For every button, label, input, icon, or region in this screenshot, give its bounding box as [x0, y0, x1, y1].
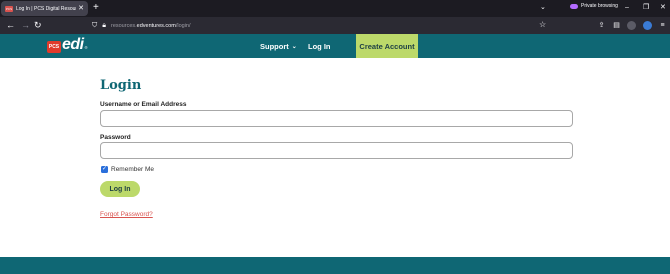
menu-icon[interactable]: ≡: [658, 21, 667, 30]
password-field[interactable]: [100, 142, 573, 159]
account-icon[interactable]: [643, 21, 652, 30]
remember-me-checkbox[interactable]: ✓: [101, 166, 108, 173]
browser-nav-bar: ← → ↻ ⛉ 🔒︎ resources. edventures.com/logi…: [0, 17, 670, 34]
extensions-icon[interactable]: ⇪: [597, 21, 606, 30]
shield-icon[interactable]: ⛉: [92, 22, 97, 30]
username-field[interactable]: [100, 110, 573, 127]
url-path: /login/: [175, 22, 191, 29]
tab-title: Log In | PCS Digital Resources: [16, 5, 76, 12]
url-subdomain: resources.: [110, 22, 137, 29]
create-account-label: Create Account: [359, 41, 415, 51]
window-close-icon[interactable]: ✕: [660, 2, 666, 14]
site-header: PCS edi ® Support ⌄ Log In Create Accoun…: [0, 34, 670, 58]
login-button[interactable]: Log In: [100, 181, 140, 197]
tab-list-icon[interactable]: ⌄: [540, 3, 546, 11]
private-mask-icon: [570, 3, 578, 9]
remember-me-row[interactable]: ✓ Remember Me: [101, 166, 154, 173]
logo-trademark: ®: [84, 45, 88, 50]
tab-close-icon[interactable]: ✕: [78, 5, 84, 12]
url-domain: edventures.com: [136, 22, 176, 29]
password-label: Password: [100, 134, 131, 141]
site-logo[interactable]: PCS edi ®: [47, 37, 88, 53]
maximize-icon[interactable]: ❐: [643, 2, 649, 14]
login-button-label: Log In: [109, 185, 131, 193]
username-label: Username or Email Address: [100, 101, 187, 108]
remember-me-label: Remember Me: [111, 166, 154, 173]
reload-icon[interactable]: ↻: [34, 19, 42, 31]
create-account-button[interactable]: Create Account: [356, 34, 418, 58]
forward-icon[interactable]: →: [21, 19, 30, 31]
addon-icon[interactable]: [627, 21, 636, 30]
support-label: Support: [260, 41, 289, 51]
header-login-link[interactable]: Log In: [308, 34, 331, 58]
site-footer: [0, 257, 670, 274]
logo-pcs: PCS: [47, 41, 61, 53]
private-browsing-indicator: Private browsing: [570, 3, 618, 9]
forgot-password-link[interactable]: Forgot Password?: [100, 211, 153, 218]
lock-icon[interactable]: 🔒︎: [102, 22, 106, 30]
chevron-down-icon: ⌄: [291, 43, 297, 50]
back-icon[interactable]: ←: [6, 19, 15, 31]
star-icon[interactable]: ☆: [539, 19, 546, 31]
address-bar[interactable]: ⛉ 🔒︎ resources. edventures.com/login/: [92, 19, 552, 32]
private-browsing-label: Private browsing: [581, 3, 618, 9]
browser-tab[interactable]: PCS Log In | PCS Digital Resources ✕: [1, 1, 88, 16]
logo-edi: edi: [62, 36, 84, 53]
new-tab-icon[interactable]: +: [93, 2, 99, 14]
page-title: Login: [100, 78, 142, 93]
minimize-icon[interactable]: –: [625, 2, 629, 14]
support-menu[interactable]: Support ⌄: [260, 34, 297, 58]
site-favicon: PCS: [5, 5, 13, 12]
browser-tab-bar: PCS Log In | PCS Digital Resources ✕ + ⌄…: [0, 0, 670, 17]
header-login-label: Log In: [308, 41, 331, 51]
puzzle-icon[interactable]: ▤: [612, 21, 621, 30]
